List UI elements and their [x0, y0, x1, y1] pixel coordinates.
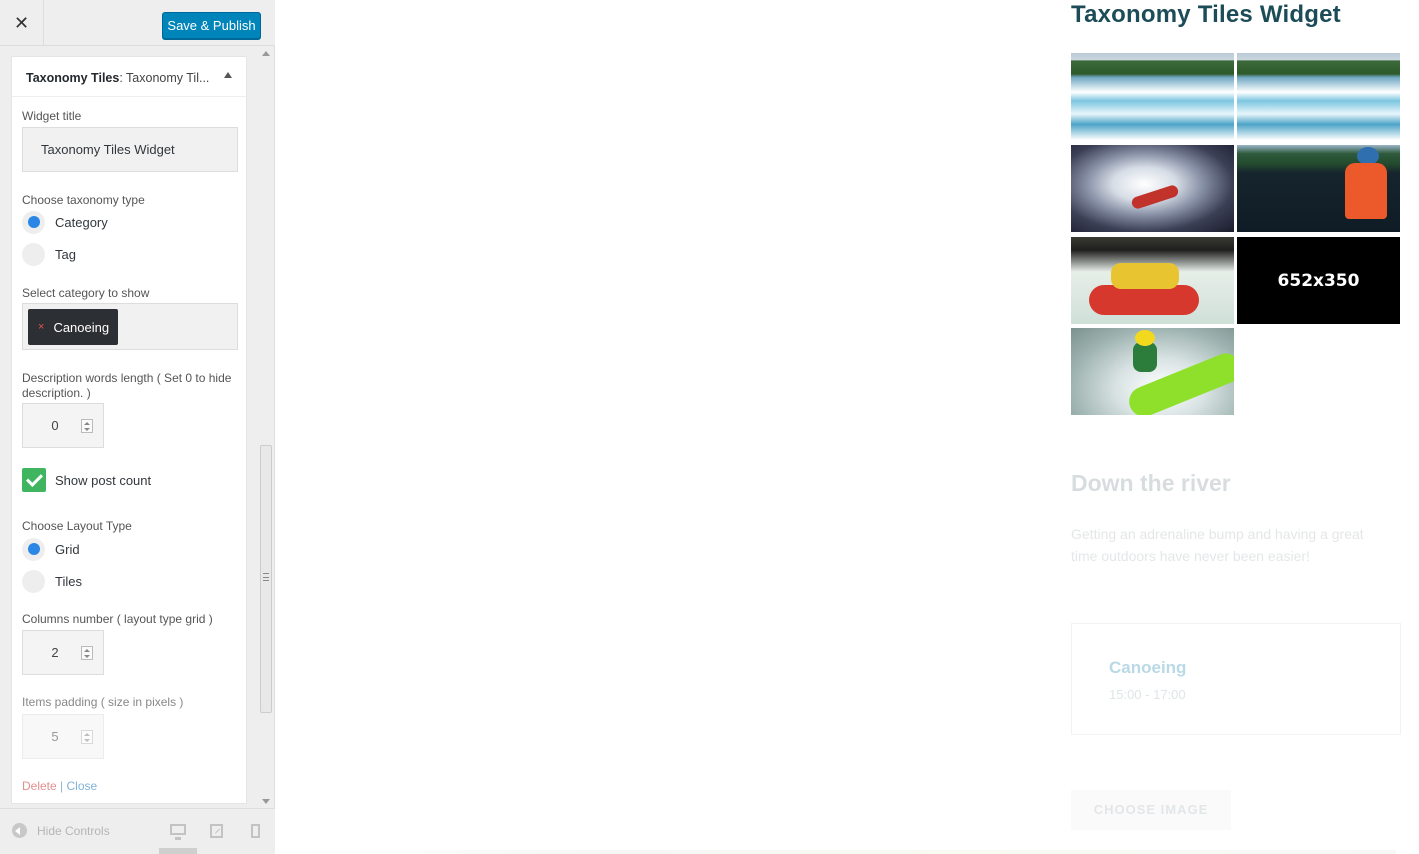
columns-number-stepper[interactable]: 2 — [22, 630, 104, 675]
radio-selected-icon[interactable] — [22, 210, 45, 234]
items-padding-value: 5 — [51, 729, 59, 744]
widget-title-input[interactable]: Taxonomy Tiles Widget — [22, 127, 238, 172]
delete-link[interactable]: Delete — [22, 779, 57, 793]
grip-icon — [263, 573, 269, 581]
collapse-left-icon — [12, 823, 27, 838]
helmet-shape — [1135, 330, 1155, 346]
tile-image-river-1[interactable] — [1071, 53, 1234, 140]
radio-category-label: Category — [55, 214, 108, 230]
columns-number-label: Columns number ( layout type grid ) — [22, 612, 213, 626]
tile-image-raft[interactable] — [1071, 237, 1234, 324]
crew-shape — [1111, 263, 1179, 289]
items-padding-label: Items padding ( size in pixels ) — [22, 695, 184, 709]
radio-unselected-icon[interactable] — [22, 242, 45, 266]
category-select-label: Select category to show — [22, 286, 150, 300]
desktop-icon[interactable] — [170, 824, 186, 840]
remove-chip-icon[interactable]: × — [38, 321, 44, 333]
category-chip: × Canoeing — [28, 309, 118, 345]
tile-image-placeholder[interactable]: 652x350 — [1237, 237, 1400, 324]
section-text: Getting an adrenaline bump and having a … — [1071, 526, 1364, 564]
tile-image-splash[interactable] — [1071, 145, 1234, 232]
section-heading: Down the river — [1071, 470, 1231, 496]
hide-controls-button[interactable]: Hide Controls — [12, 823, 110, 838]
items-padding-stepper[interactable]: 5 — [22, 714, 104, 759]
show-post-count-checkbox[interactable]: Show post count — [22, 468, 151, 492]
radio-tiles[interactable]: Tiles — [22, 569, 82, 593]
close-link[interactable]: Close — [67, 779, 98, 793]
paddler-shape — [1133, 342, 1157, 372]
customizer-header: ✕ Save & Publish — [0, 0, 275, 46]
customizer-footer: Hide Controls — [0, 808, 275, 854]
event-card: Canoeing 15:00 - 17:00 — [1071, 623, 1401, 735]
tile-image-kayak[interactable] — [1071, 328, 1234, 415]
vest-shape — [1345, 163, 1387, 219]
sidebar-scrollbar[interactable] — [259, 46, 273, 808]
checkmark-icon[interactable] — [22, 468, 46, 492]
taxonomy-type-label: Choose taxonomy type — [22, 193, 145, 207]
save-publish-button[interactable]: Save & Publish — [162, 12, 261, 39]
radio-selected-icon[interactable] — [22, 537, 45, 561]
widget-preview-title: Taxonomy Tiles Widget — [1071, 1, 1341, 28]
widget-actions: Delete | Close — [22, 779, 97, 793]
radio-unselected-icon[interactable] — [22, 569, 45, 593]
bottom-strip — [296, 850, 1396, 854]
scrollbar-thumb[interactable] — [260, 445, 272, 713]
tile-image-paddler[interactable] — [1237, 145, 1400, 232]
faded-section: Down the river Getting an adrenaline bum… — [1071, 470, 1401, 567]
radio-tag[interactable]: Tag — [22, 242, 76, 266]
desc-length-value: 0 — [51, 418, 59, 433]
widget-header-subtitle: : Taxonomy Til... — [119, 71, 210, 85]
hide-controls-label: Hide Controls — [37, 823, 110, 838]
choose-image-button[interactable]: CHOOSE IMAGE — [1071, 790, 1231, 830]
layout-type-label: Choose Layout Type — [22, 519, 132, 533]
spinner-icon[interactable] — [81, 730, 93, 744]
tile-image-river-2[interactable] — [1237, 53, 1400, 140]
radio-tag-label: Tag — [55, 246, 76, 262]
desc-length-stepper[interactable]: 0 — [22, 403, 104, 448]
raft-shape — [1130, 183, 1180, 211]
category-select[interactable]: × Canoeing — [22, 303, 238, 350]
radio-category[interactable]: Category — [22, 210, 108, 234]
separator: | — [60, 779, 64, 793]
widget-header[interactable]: Taxonomy Tiles: Taxonomy Til... — [12, 57, 246, 97]
site-preview: Taxonomy Tiles Widget 652x350 Down the r… — [276, 0, 1419, 854]
raft-shape — [1089, 285, 1199, 315]
category-chip-label: Canoeing — [53, 319, 110, 335]
event-title: Canoeing — [1109, 658, 1187, 677]
show-post-count-label: Show post count — [55, 472, 152, 488]
close-icon[interactable]: ✕ — [0, 0, 44, 46]
mobile-icon[interactable] — [251, 824, 260, 838]
radio-grid[interactable]: Grid — [22, 537, 80, 561]
desc-length-label: Description words length ( Set 0 to hide… — [22, 371, 232, 400]
customizer-app: ✕ Save & Publish Taxonomy Tiles: Taxonom… — [0, 0, 1419, 854]
scroll-down-icon[interactable] — [262, 799, 270, 804]
tablet-icon[interactable] — [210, 824, 223, 838]
placeholder-size-label: 652x350 — [1277, 270, 1360, 291]
customizer-sidebar: ✕ Save & Publish Taxonomy Tiles: Taxonom… — [0, 0, 275, 854]
widget-panel: Taxonomy Tiles: Taxonomy Til... Widget t… — [11, 56, 247, 804]
widget-header-title: Taxonomy Tiles — [26, 71, 120, 85]
radio-grid-label: Grid — [55, 541, 80, 557]
collapse-arrow-icon[interactable] — [224, 72, 232, 78]
scroll-up-icon[interactable] — [262, 51, 270, 56]
radio-tiles-label: Tiles — [55, 573, 82, 589]
footer-tab — [159, 848, 197, 854]
columns-number-value: 2 — [51, 645, 59, 660]
event-time: 15:00 - 17:00 — [1109, 687, 1186, 702]
spinner-icon[interactable] — [81, 646, 93, 660]
widget-title-label: Widget title — [22, 109, 82, 123]
spinner-icon[interactable] — [81, 419, 93, 433]
